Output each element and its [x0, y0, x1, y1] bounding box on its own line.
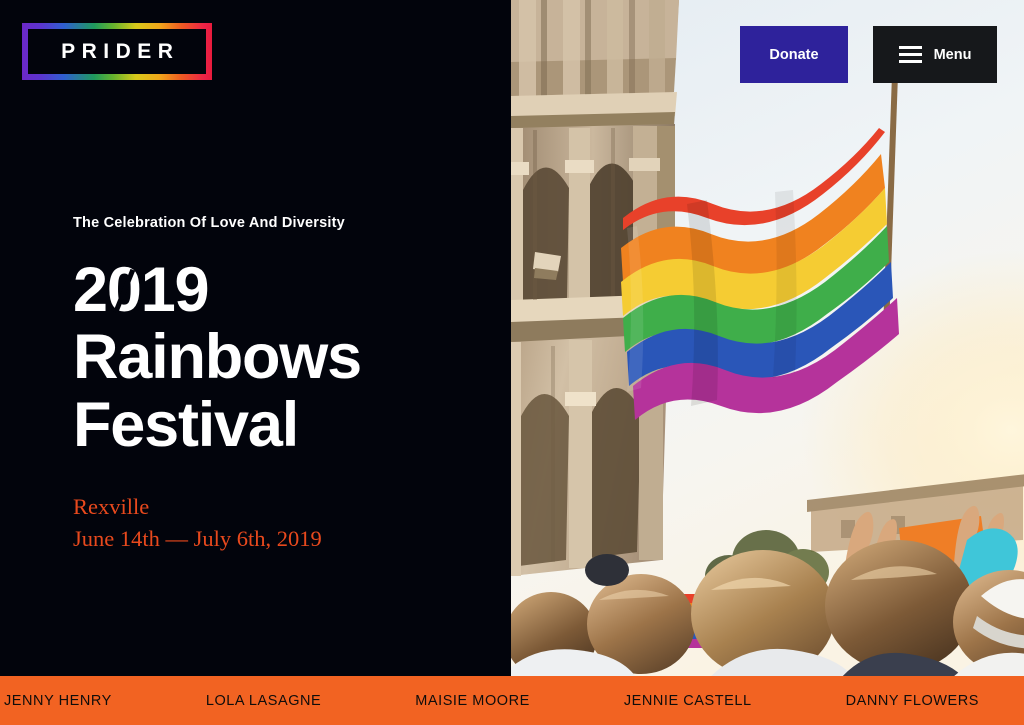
- logo-frame-inner: PRIDER: [28, 29, 206, 74]
- ticker-track: JENNY HENRY LOLA LASAGNE MAISIE MOORE JENNI…: [0, 693, 1024, 709]
- headline-line-1: Rainbows: [73, 322, 362, 393]
- donate-button-label: Donate: [769, 46, 819, 63]
- ticker-item: JENNY HENRY: [4, 692, 112, 709]
- menu-button-label: Menu: [933, 46, 972, 63]
- ticker-item: JENNIE CASTELL: [623, 692, 752, 709]
- performers-ticker[interactable]: JENNY HENRY LOLA LASAGNE MAISIE MOORE JENNI…: [0, 676, 1024, 725]
- hamburger-menu-icon: [898, 42, 922, 67]
- site-logo[interactable]: PRIDER: [22, 23, 212, 80]
- headline-line-year: 2019: [73, 255, 493, 325]
- headline-year-suffix: 19: [140, 255, 210, 325]
- ticker-item: DANNY FLOWERS: [845, 692, 979, 709]
- headline-line-2: Festival: [73, 389, 299, 460]
- event-dates: June 14th — July 6th, 2019: [73, 526, 322, 552]
- hero-content: The Celebration Of Love And Diversity 20…: [73, 215, 493, 555]
- landing-page: PRIDER Donate Menu The Celebration Of Lo…: [0, 0, 1024, 725]
- hero-meta: Rexville June 14th — July 6th, 2019: [73, 491, 493, 555]
- ticker-item: MAISIE MOORE: [415, 692, 530, 709]
- hero-eyebrow: The Celebration Of Love And Diversity: [73, 215, 345, 231]
- menu-button[interactable]: Menu: [873, 26, 997, 83]
- page-title: 2019 Rainbows Festival: [73, 255, 493, 460]
- donate-button[interactable]: Donate: [740, 26, 848, 83]
- hero-photo: [511, 0, 1024, 676]
- header-actions: Donate Menu: [740, 26, 997, 83]
- ticker-item: LOLA LASAGNE: [205, 692, 322, 709]
- event-location: Rexville: [73, 494, 150, 520]
- headline-year-zero: 0: [106, 255, 142, 325]
- headline-year-prefix: 2: [73, 255, 108, 325]
- logo-text: PRIDER: [61, 39, 180, 63]
